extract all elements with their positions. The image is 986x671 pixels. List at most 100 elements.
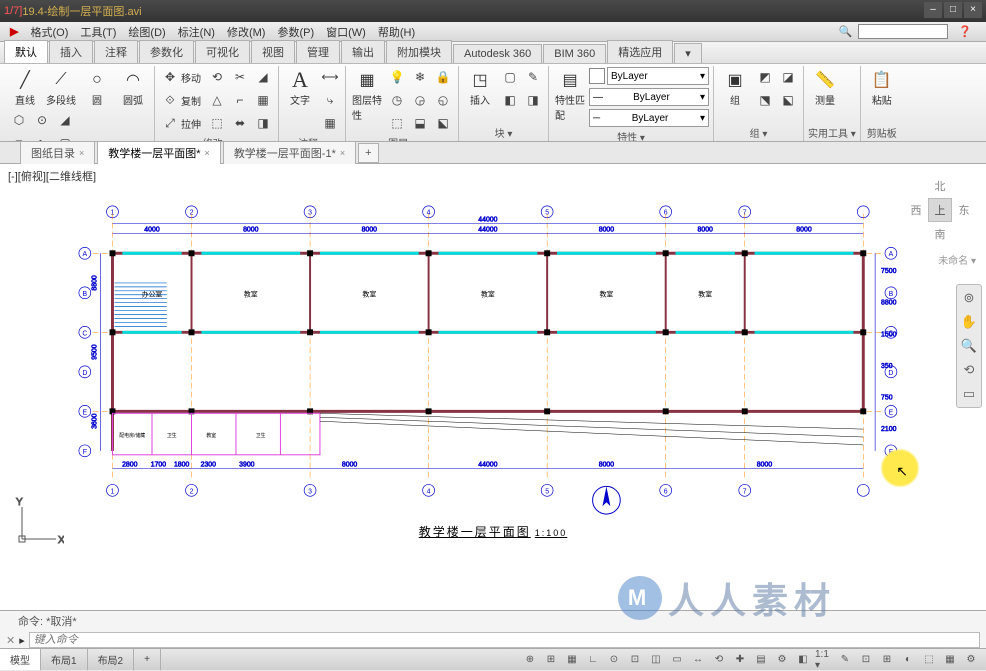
app-menu-icon[interactable]: ▶ <box>4 25 24 38</box>
tool-icon[interactable]: ⬕ <box>777 89 799 111</box>
insert-button[interactable]: ◳插入 <box>463 66 497 109</box>
help-icon[interactable]: ❓ <box>952 25 978 38</box>
status-toggle[interactable]: ⊡ <box>626 651 644 669</box>
color-select[interactable]: ByLayer▾ <box>607 67 709 85</box>
paste-button[interactable]: 📋粘贴 <box>865 66 899 109</box>
leader-button[interactable]: ⤷ <box>319 89 341 111</box>
status-toggle[interactable]: ◧ <box>794 651 812 669</box>
ribbon-tab[interactable]: 视图 <box>251 40 295 63</box>
status-toggle[interactable]: ⊙ <box>605 651 623 669</box>
document-tab[interactable]: 教学楼一层平面图*× <box>97 141 221 165</box>
panel-title-layers[interactable]: 图层 ▾ <box>350 134 454 142</box>
menu-item[interactable]: 窗口(W) <box>320 24 372 40</box>
panel-title-group[interactable]: 组 ▾ <box>718 124 799 141</box>
status-toggle[interactable]: ▤ <box>752 651 770 669</box>
command-line[interactable]: 命令: *取消* ✕ ▸ <box>0 610 986 648</box>
status-toggle[interactable]: ∟ <box>584 651 602 669</box>
ribbon-tab[interactable]: 默认 <box>4 40 48 63</box>
ribbon-tab[interactable]: BIM 360 <box>543 44 606 63</box>
layout-tab[interactable]: 布局2 <box>88 649 135 670</box>
layer-tool-icon[interactable]: ◵ <box>432 89 454 111</box>
tool-icon[interactable]: ⬚ <box>206 112 228 134</box>
menu-item[interactable]: 参数(P) <box>271 24 320 40</box>
pan-icon[interactable]: ✋ <box>960 313 978 331</box>
layer-tool-icon[interactable]: ⬓ <box>409 112 431 134</box>
tool-icon[interactable]: ◪ <box>777 66 799 88</box>
block-tool-icon[interactable]: ◧ <box>499 89 521 111</box>
search-input[interactable] <box>858 24 948 39</box>
status-toggle[interactable]: ◐ <box>899 651 917 669</box>
ribbon-tab[interactable]: Autodesk 360 <box>453 44 542 63</box>
menu-item[interactable]: 格式(O) <box>24 24 74 40</box>
ribbon-tab[interactable]: 精选应用 <box>607 40 673 63</box>
tool-icon[interactable]: ◨ <box>252 112 274 134</box>
draw-tool-button[interactable]: ⟋多段线 <box>44 66 78 109</box>
color-swatch[interactable] <box>589 68 605 84</box>
menu-item[interactable]: 绘图(D) <box>122 24 171 40</box>
tool-icon[interactable]: ◢ <box>252 66 274 88</box>
layer-props-button[interactable]: ▦图层特性 <box>350 66 384 124</box>
tool-icon[interactable]: ✂ <box>229 66 251 88</box>
ribbon-tab[interactable]: 插入 <box>49 40 93 63</box>
status-toggle[interactable]: ◫ <box>647 651 665 669</box>
menu-item[interactable]: 工具(T) <box>74 24 122 40</box>
modify-tool-button[interactable]: ✥移动 <box>159 66 204 88</box>
search-box[interactable]: 🔍 ❓ <box>833 24 978 39</box>
menu-item[interactable]: 帮助(H) <box>372 24 421 40</box>
maximize-button[interactable]: □ <box>944 2 962 18</box>
draw-tool-button[interactable]: ╱直线 <box>8 66 42 109</box>
document-tab[interactable]: 图纸目录× <box>20 141 95 165</box>
drawing-canvas[interactable]: [-][俯视][二维线框] 北 西上东 南 未命名 ▾ ⊚ ✋ 🔍 ⟲ ▭ 12… <box>0 164 986 610</box>
layer-tool-icon[interactable]: 💡 <box>386 66 408 88</box>
status-toggle[interactable]: ▦ <box>563 651 581 669</box>
layer-tool-icon[interactable]: ⬕ <box>432 112 454 134</box>
orbit-icon[interactable]: ⟲ <box>960 361 978 379</box>
ribbon-tab[interactable]: 注释 <box>94 40 138 63</box>
table-button[interactable]: ▦ <box>319 112 341 134</box>
panel-title-clip[interactable]: 剪贴板 <box>865 124 899 141</box>
tool-icon[interactable]: ⬌ <box>229 112 251 134</box>
document-tab[interactable]: 教学楼一层平面图-1*× <box>223 141 356 165</box>
tool-icon[interactable]: ◩ <box>754 66 776 88</box>
layer-tool-icon[interactable]: ❄ <box>409 66 431 88</box>
view-label[interactable]: [-][俯视][二维线框] <box>8 168 96 184</box>
tool-icon[interactable]: ⊙ <box>31 109 53 131</box>
block-tool-icon[interactable]: ✎ <box>522 66 544 88</box>
modify-tool-button[interactable]: ⤢拉伸 <box>159 112 204 134</box>
close-tab-icon[interactable]: × <box>340 148 345 158</box>
dim-button[interactable]: ⟷ <box>319 66 341 88</box>
status-toggle[interactable]: ▭ <box>668 651 686 669</box>
tool-icon[interactable]: ⌐ <box>229 89 251 111</box>
status-toggle[interactable]: ⟲ <box>710 651 728 669</box>
matchprop-button[interactable]: ▤特性匹配 <box>553 66 587 124</box>
new-tab-button[interactable]: + <box>358 143 378 163</box>
tool-icon[interactable]: ⬔ <box>754 89 776 111</box>
ucs-icon[interactable]: YX <box>14 497 64 550</box>
status-toggle[interactable]: ▦ <box>941 651 959 669</box>
status-toggle[interactable]: ⬚ <box>920 651 938 669</box>
status-toggle[interactable]: ⊞ <box>878 651 896 669</box>
ribbon-tab[interactable]: 附加模块 <box>386 40 452 63</box>
block-tool-icon[interactable]: ◨ <box>522 89 544 111</box>
tool-icon[interactable]: ⟲ <box>206 66 228 88</box>
status-toggle[interactable]: ✚ <box>731 651 749 669</box>
status-toggle[interactable]: ⊕ <box>521 651 539 669</box>
close-tab-icon[interactable]: × <box>205 148 210 158</box>
tool-icon[interactable]: △ <box>206 89 228 111</box>
layout-tab[interactable]: 模型 <box>0 649 41 670</box>
nav-wheel-icon[interactable]: ⊚ <box>960 289 978 307</box>
tool-icon[interactable]: ◢ <box>54 109 76 131</box>
close-button[interactable]: × <box>964 2 982 18</box>
minimize-button[interactable]: – <box>924 2 942 18</box>
layer-tool-icon[interactable]: 🔒 <box>432 66 454 88</box>
ribbon-expand[interactable]: ▾ <box>674 43 702 63</box>
tool-icon[interactable]: ⬡ <box>8 109 30 131</box>
status-toggle[interactable]: ↔ <box>689 651 707 669</box>
panel-title-block[interactable]: 块 ▾ <box>463 124 544 141</box>
ribbon-tab[interactable]: 参数化 <box>139 40 194 63</box>
menu-item[interactable]: 修改(M) <box>221 24 272 40</box>
group-button[interactable]: ▣组 <box>718 66 752 109</box>
status-toggle[interactable]: ⚙ <box>962 651 980 669</box>
draw-tool-button[interactable]: ◠圆弧 <box>116 66 150 109</box>
text-button[interactable]: A文字 <box>283 66 317 109</box>
